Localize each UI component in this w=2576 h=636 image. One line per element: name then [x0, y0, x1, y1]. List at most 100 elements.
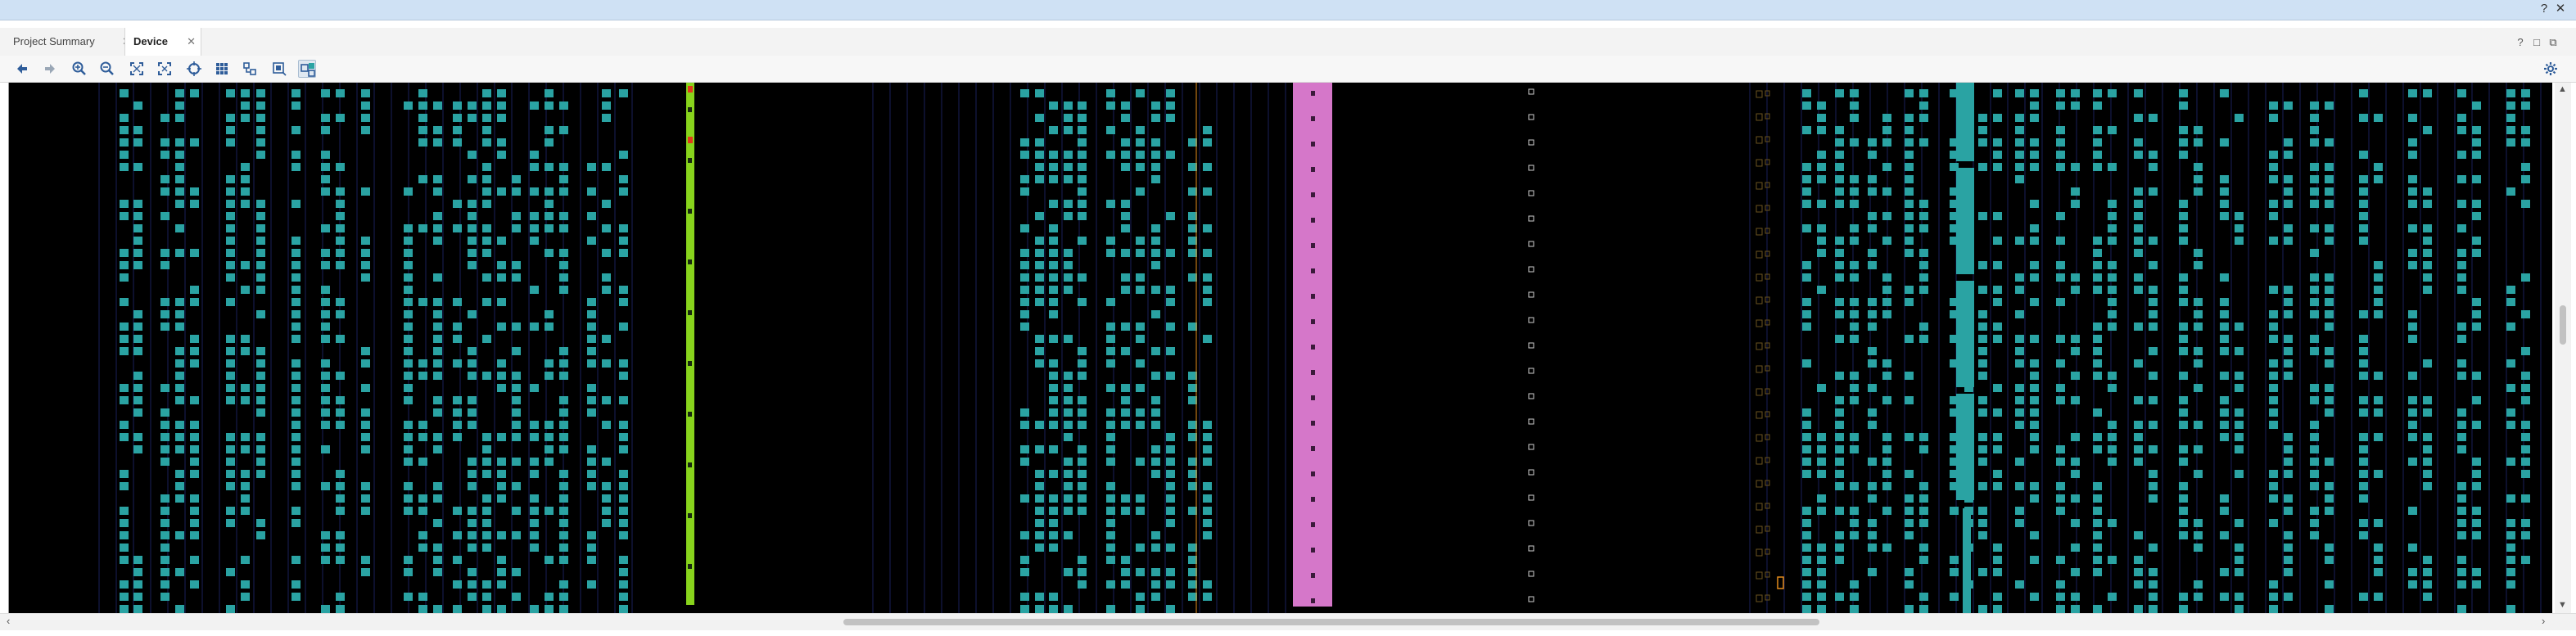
used-cell — [1078, 359, 1087, 368]
used-cell — [1978, 310, 1987, 318]
used-cell — [1203, 335, 1212, 343]
used-cell — [2149, 470, 2158, 478]
clock-column-site — [688, 513, 692, 518]
used-cell — [1151, 531, 1160, 539]
used-cell — [2472, 151, 2481, 159]
used-cell — [2015, 396, 2024, 404]
used-cell — [241, 175, 250, 183]
used-cell — [2506, 580, 2515, 589]
used-cell — [1078, 494, 1087, 503]
used-cell — [175, 151, 184, 159]
used-cell — [2071, 335, 2080, 343]
used-cell — [1817, 237, 1826, 245]
used-cell — [133, 126, 142, 134]
used-cell — [404, 384, 413, 392]
forward-button[interactable] — [41, 60, 59, 78]
used-cell — [1166, 114, 1175, 122]
used-cell — [482, 298, 491, 306]
scroll-up-icon[interactable]: ▲ — [2558, 84, 2567, 94]
routing-resources-button[interactable] — [241, 60, 259, 78]
site-outline — [1756, 411, 1763, 419]
used-cell — [404, 396, 413, 404]
used-cell — [404, 421, 413, 429]
used-cell — [1049, 359, 1058, 368]
used-cell — [2235, 568, 2244, 576]
used-cell — [2108, 310, 2117, 318]
used-cell — [2374, 310, 2383, 318]
used-cell — [545, 593, 554, 601]
used-cell — [1802, 273, 1811, 282]
used-cell — [190, 494, 199, 503]
horizontal-scrollbar[interactable]: ‹ › — [0, 613, 2576, 630]
used-cell — [2071, 347, 2080, 355]
used-cell — [1188, 187, 1197, 196]
dsp-block — [1956, 394, 1974, 500]
help-icon[interactable]: ? — [2537, 2, 2551, 16]
routing-icon — [243, 62, 256, 75]
used-cell — [587, 163, 596, 171]
maximize-icon[interactable]: ⧉ — [2547, 36, 2560, 49]
close-icon[interactable]: ✕ — [2553, 2, 2568, 16]
scroll-right-icon[interactable]: › — [2542, 615, 2545, 627]
used-cell — [2235, 323, 2244, 331]
used-cell — [2134, 433, 2143, 441]
device-canvas[interactable] — [8, 83, 2552, 613]
used-cell — [120, 433, 129, 441]
used-cell — [2220, 212, 2229, 220]
used-cell — [404, 372, 413, 380]
used-cell — [2134, 200, 2143, 208]
used-cell — [336, 187, 345, 196]
zoom-out-button[interactable] — [98, 60, 116, 78]
used-cell — [321, 249, 330, 257]
scroll-left-icon[interactable]: ‹ — [7, 615, 10, 627]
tab-device[interactable]: Device ✕ — [124, 28, 201, 56]
settings-button[interactable] — [2542, 60, 2560, 78]
used-cell — [2194, 163, 2203, 171]
used-cell — [1106, 494, 1115, 503]
used-cell — [512, 507, 521, 515]
scroll-down-icon[interactable]: ▼ — [2558, 600, 2567, 610]
used-cell — [120, 593, 129, 601]
highlight-cells-button[interactable] — [298, 60, 316, 78]
vertical-scrollbar[interactable]: ▲ ▼ — [2555, 83, 2571, 613]
used-cell — [1203, 273, 1212, 282]
horizontal-scroll-thumb[interactable] — [843, 619, 1819, 625]
back-button[interactable] — [13, 60, 31, 78]
tab-label: Project Summary — [13, 35, 95, 47]
used-cell — [468, 396, 477, 404]
autofit-selection-button[interactable] — [185, 60, 203, 78]
used-cell — [2457, 408, 2466, 417]
panel-help-icon[interactable]: ? — [2514, 36, 2527, 49]
used-cell — [2325, 359, 2334, 368]
clock-regions-button[interactable] — [213, 60, 231, 78]
used-cell — [2015, 114, 2024, 122]
used-cell — [1121, 494, 1130, 503]
restore-icon[interactable]: □ — [2530, 36, 2543, 49]
used-cell — [1919, 605, 1928, 613]
used-cell — [291, 396, 301, 404]
used-cell — [1817, 593, 1826, 601]
tab-project-summary[interactable]: Project Summary ✕ — [5, 28, 136, 56]
used-cell — [2423, 261, 2432, 269]
zoom-in-button[interactable] — [70, 60, 88, 78]
used-cell — [512, 347, 521, 355]
used-cell — [2093, 163, 2102, 171]
used-cell — [2220, 347, 2229, 355]
used-cell — [1850, 310, 1859, 318]
used-cell — [321, 175, 330, 183]
used-cell — [2521, 445, 2530, 453]
vertical-scroll-thumb[interactable] — [2560, 305, 2566, 345]
used-cell — [2521, 470, 2530, 478]
used-cell — [160, 323, 169, 331]
zoom-area-button[interactable] — [156, 60, 174, 78]
zoom-fit-button[interactable] — [128, 60, 146, 78]
site-outline — [1756, 113, 1763, 121]
used-cell — [133, 323, 142, 331]
used-cell — [559, 519, 568, 527]
used-cell — [1993, 470, 2002, 478]
select-area-button[interactable] — [270, 60, 288, 78]
used-cell — [619, 421, 628, 429]
io-site — [1528, 317, 1534, 323]
close-tab-icon[interactable]: ✕ — [187, 28, 196, 56]
used-cell — [1035, 531, 1044, 539]
